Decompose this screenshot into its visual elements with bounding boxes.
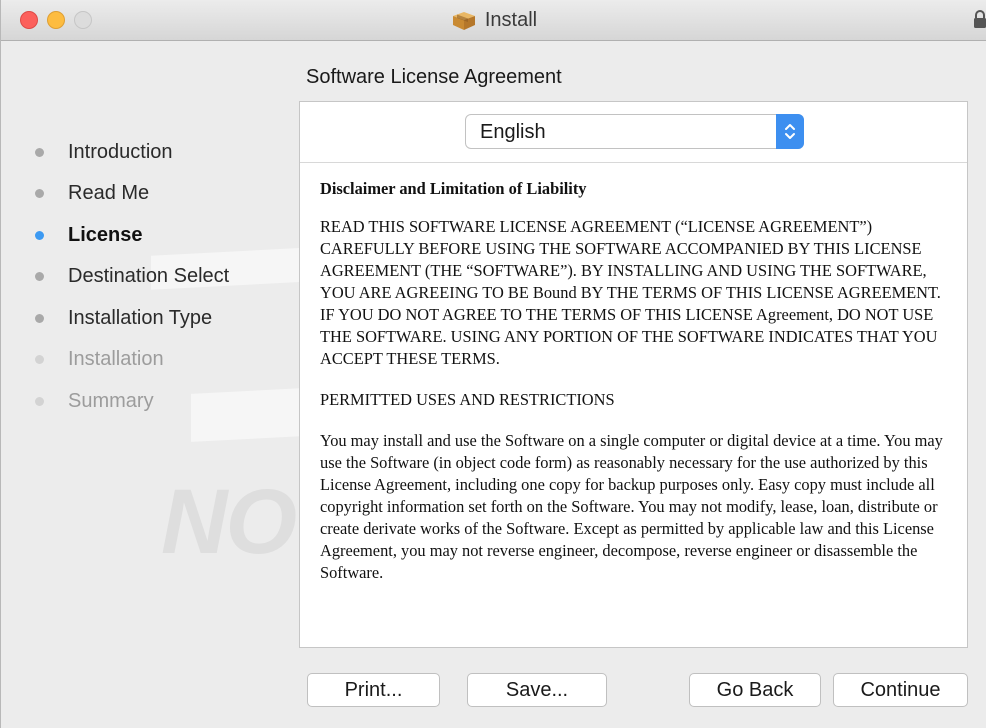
step-license: License	[35, 220, 142, 250]
package-icon	[452, 12, 475, 30]
up-down-chevron-icon[interactable]	[776, 114, 804, 149]
step-indicator-dot	[35, 313, 44, 323]
go-back-button[interactable]: Go Back	[689, 673, 821, 707]
language-bar: English	[300, 102, 967, 163]
installer-window: Install NOV Introduction Read Me License…	[0, 0, 986, 728]
step-label: Introduction	[68, 140, 173, 163]
continue-button[interactable]: Continue	[833, 673, 968, 707]
step-installation: Installation	[35, 344, 164, 374]
step-read-me: Read Me	[35, 178, 149, 208]
language-select-value: English	[480, 121, 546, 143]
step-destination-select: Destination Select	[35, 261, 229, 291]
window-title: Install	[484, 8, 538, 31]
save-button[interactable]: Save...	[467, 673, 607, 707]
print-button[interactable]: Print...	[307, 673, 440, 707]
step-label: Read Me	[68, 181, 150, 204]
license-text[interactable]: Disclaimer and Limitation of Liability R…	[320, 178, 950, 603]
step-label: Installation Type	[68, 306, 213, 329]
step-label: Summary	[68, 389, 154, 412]
lock-icon[interactable]	[973, 8, 986, 30]
step-label: Destination Select	[68, 264, 230, 287]
step-label: License	[68, 223, 143, 246]
step-introduction: Introduction	[35, 137, 173, 167]
license-paragraph: READ THIS SOFTWARE LICENSE AGREEMENT (“L…	[320, 217, 941, 368]
step-indicator-dot	[35, 271, 44, 281]
section-title: Software License Agreement	[306, 66, 562, 88]
step-indicator-dot	[35, 396, 44, 406]
license-paragraph: You may install and use the Software on …	[320, 431, 943, 582]
step-indicator-dot	[35, 230, 44, 240]
step-summary: Summary	[35, 386, 154, 416]
step-installation-type: Installation Type	[35, 303, 212, 333]
window-title-group: Install	[1, 0, 986, 40]
language-select[interactable]: English	[465, 114, 804, 149]
license-heading: Disclaimer and Limitation of Liability	[320, 179, 587, 198]
license-panel: English Disclaimer and Limitation of Lia…	[299, 101, 968, 648]
title-bar[interactable]: Install	[1, 0, 986, 41]
step-indicator-dot	[35, 147, 44, 157]
step-label: Installation	[68, 347, 164, 370]
step-indicator-dot	[35, 188, 44, 198]
license-paragraph: PERMITTED USES AND RESTRICTIONS	[320, 390, 615, 409]
step-indicator-dot	[35, 354, 44, 364]
